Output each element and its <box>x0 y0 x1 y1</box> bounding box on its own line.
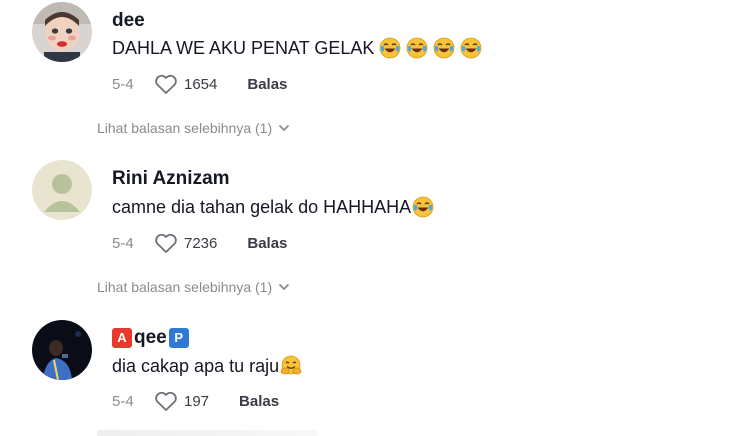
comment-text: camne dia tahan gelak do HAHHAHA <box>112 196 412 217</box>
hugging-face-icon <box>280 355 302 375</box>
heart-icon <box>155 391 177 411</box>
like-count: 197 <box>184 392 210 410</box>
chevron-down-icon <box>278 283 290 291</box>
avatar[interactable] <box>32 2 92 62</box>
comment-text: DAHLA WE AKU PENAT GELAK <box>112 37 375 58</box>
avatar[interactable] <box>32 160 92 220</box>
reply-button[interactable]: Balas <box>239 393 279 410</box>
crying-laughing-face-icon <box>380 37 401 59</box>
chevron-down-icon <box>278 124 290 132</box>
like-button[interactable]: 1654 <box>154 73 217 95</box>
comment-text-row: camne dia tahan gelak do HAHHAHA <box>112 196 434 218</box>
comment-username-row[interactable]: A qee P <box>112 326 189 349</box>
cut-off-content <box>97 430 317 436</box>
badge-p-icon: P <box>168 327 189 348</box>
comment-username[interactable]: dee <box>112 10 145 32</box>
comment-date: 5-4 <box>112 392 134 410</box>
crying-laughing-face-icon <box>407 37 428 59</box>
crying-laughing-face-icon <box>434 37 455 59</box>
comment-meta: 5-4 1654 Balas <box>112 73 287 95</box>
reply-button[interactable]: Balas <box>247 235 287 252</box>
comment-text-row: dia cakap apa tu raju <box>112 355 302 377</box>
badge-a-icon: A <box>112 327 132 348</box>
comment-text: dia cakap apa tu raju <box>112 355 280 376</box>
like-button[interactable]: 7236 <box>154 232 217 254</box>
comment-text-row: DAHLA WE AKU PENAT GELAK <box>112 37 482 59</box>
reply-button[interactable]: Balas <box>247 76 287 93</box>
comment-date: 5-4 <box>112 75 134 93</box>
avatar[interactable] <box>32 320 92 380</box>
comment-username: qee <box>134 326 167 348</box>
heart-icon <box>155 74 177 94</box>
like-button[interactable]: 197 <box>154 390 209 412</box>
comment-meta: 5-4 7236 Balas <box>112 232 287 254</box>
like-count: 1654 <box>184 75 218 93</box>
view-more-replies[interactable]: Lihat balasan selebihnya (1) <box>97 279 290 295</box>
crying-laughing-face-icon <box>412 196 434 218</box>
crying-laughing-face-icon <box>461 37 482 59</box>
comment-date: 5-4 <box>112 234 134 252</box>
comment-meta: 5-4 197 Balas <box>112 390 279 412</box>
heart-icon <box>155 233 177 253</box>
comment-username[interactable]: Rini Aznizam <box>112 168 230 190</box>
view-more-replies-label: Lihat balasan selebihnya (1) <box>97 279 273 295</box>
view-more-replies-label: Lihat balasan selebihnya (1) <box>97 120 273 136</box>
view-more-replies[interactable]: Lihat balasan selebihnya (1) <box>97 120 290 136</box>
like-count: 7236 <box>184 234 218 252</box>
